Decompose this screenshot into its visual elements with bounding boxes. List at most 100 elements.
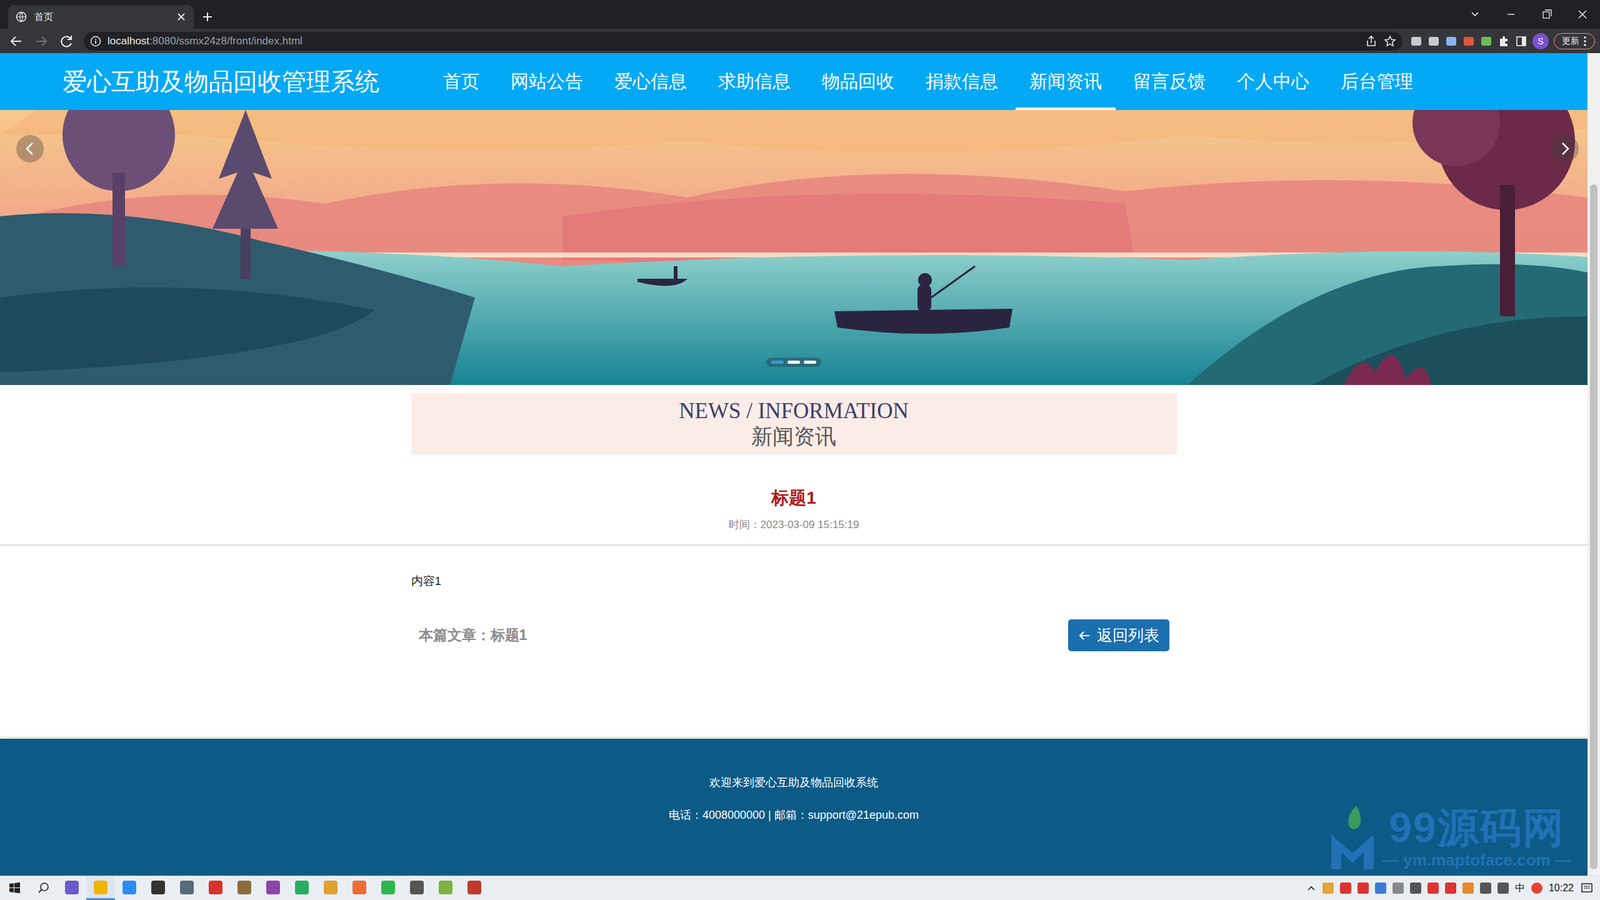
star-icon[interactable]: [1383, 35, 1397, 48]
tray-icon[interactable]: [1497, 882, 1509, 894]
nav-item[interactable]: 后台管理: [1326, 53, 1427, 110]
taskbar-app[interactable]: [402, 876, 432, 900]
back-icon[interactable]: [5, 30, 28, 53]
tray-icon[interactable]: [1462, 882, 1474, 894]
menu-dots-icon: [1583, 35, 1587, 47]
url-text[interactable]: localhost:8080/ssmx24z8/front/index.html: [107, 35, 1359, 48]
taskbar-app[interactable]: [143, 876, 173, 900]
banner-image: [0, 110, 1588, 385]
app-icon: [151, 880, 165, 895]
taskbar-app[interactable]: [230, 876, 259, 900]
app-icon: [180, 880, 194, 895]
article-footer: 本篇文章：标题1返回列表: [411, 619, 1177, 652]
puzzle-icon[interactable]: [1497, 35, 1510, 48]
back-to-list-button[interactable]: 返回列表: [1068, 619, 1170, 652]
section-title-cn: 新闻资讯: [751, 424, 837, 449]
tray-icon[interactable]: [1340, 882, 1352, 894]
extension-icon[interactable]: [1410, 35, 1423, 48]
watermark-logo-icon: [1327, 803, 1378, 872]
omnibox[interactable]: localhost:8080/ssmx24z8/front/index.html: [83, 31, 1403, 51]
taskbar-app[interactable]: [57, 876, 87, 900]
watermark: 99源码网— ym.maptoface.com —: [1327, 803, 1572, 872]
nav-item[interactable]: 网站公告: [496, 53, 597, 110]
nav-item[interactable]: 求助信息: [704, 53, 805, 110]
search-icon[interactable]: [28, 876, 58, 900]
nav-item[interactable]: 个人中心: [1223, 53, 1324, 110]
site-title[interactable]: 爱心互助及物品回收管理系统: [62, 65, 380, 99]
windows-start-icon[interactable]: [0, 876, 29, 900]
browser-tab[interactable]: 首页: [8, 5, 194, 29]
info-icon: [90, 35, 102, 47]
extension-icon[interactable]: [1445, 35, 1458, 48]
carousel-indicator[interactable]: [787, 360, 800, 364]
update-button[interactable]: 更新: [1553, 33, 1595, 50]
article-header: 标题1 时间：2023-03-09 15:15:19: [0, 454, 1588, 546]
site-menu: 首页网站公告爱心信息求助信息物品回收捐款信息新闻资讯留言反馈个人中心后台管理: [429, 53, 1427, 110]
tray-icon[interactable]: [1480, 882, 1492, 894]
article-time: 时间：2023-03-09 15:15:19: [728, 517, 860, 532]
article-body: 内容1本篇文章：标题1返回列表: [411, 545, 1177, 652]
prev-arrow-icon[interactable]: [16, 135, 44, 163]
scrollbar-thumb[interactable]: [1590, 184, 1598, 870]
tray-icon[interactable]: [1375, 882, 1387, 894]
globe-icon: [15, 11, 27, 23]
taskbar-app[interactable]: [460, 876, 489, 900]
taskbar-app[interactable]: [172, 876, 202, 900]
back-arrow-icon: [1078, 629, 1091, 642]
forward-icon[interactable]: [30, 30, 53, 53]
tray-overflow-icon[interactable]: [1306, 883, 1317, 894]
nav-item[interactable]: 物品回收: [808, 53, 909, 110]
extension-icon[interactable]: [1462, 35, 1475, 48]
app-icon: [467, 880, 482, 895]
new-tab-icon[interactable]: [193, 5, 222, 29]
news-detail: NEWS / INFORMATION新闻资讯标题1时间：2023-03-09 1…: [0, 385, 1588, 739]
extension-icon[interactable]: [1480, 35, 1493, 48]
restore-icon[interactable]: [1528, 0, 1565, 29]
ime-indicator[interactable]: 中: [1515, 881, 1525, 895]
nav-item[interactable]: 爱心信息: [600, 53, 701, 110]
nav-item[interactable]: 留言反馈: [1119, 53, 1220, 110]
input-method-icon[interactable]: [1531, 882, 1543, 894]
article-title: 标题1: [771, 485, 817, 510]
site-footer: 欢迎来到爱心互助及物品回收系统电话：4008000000 | 邮箱：suppor…: [0, 738, 1588, 876]
close-tab-icon[interactable]: [176, 11, 187, 22]
taskbar-app[interactable]: [115, 876, 144, 900]
taskbar-app[interactable]: [258, 876, 288, 900]
nav-item[interactable]: 捐款信息: [911, 53, 1012, 110]
reload-icon[interactable]: [55, 30, 78, 53]
profile-avatar[interactable]: S: [1532, 33, 1549, 50]
taskbar-app[interactable]: [287, 876, 317, 900]
extension-icon[interactable]: [1427, 35, 1440, 48]
app-icon: [122, 880, 137, 895]
tab-search-icon[interactable]: [1457, 0, 1494, 29]
app-icon: [352, 880, 367, 895]
nav-item[interactable]: 新闻资讯: [1015, 53, 1116, 110]
tray-icon[interactable]: [1410, 882, 1422, 894]
clock[interactable]: 10:22: [1548, 882, 1574, 894]
sidebar-icon[interactable]: [1515, 35, 1528, 48]
app-icon: [266, 880, 280, 895]
scrollbar[interactable]: [1587, 53, 1600, 876]
close-window-icon[interactable]: [1564, 0, 1600, 29]
taskbar-app[interactable]: [316, 876, 345, 900]
minimize-icon[interactable]: [1493, 0, 1529, 29]
tray-icon[interactable]: [1357, 882, 1369, 894]
tray-icon[interactable]: [1445, 882, 1457, 894]
app-icon: [381, 880, 395, 895]
taskbar-app[interactable]: [86, 876, 115, 900]
taskbar-app[interactable]: [345, 876, 374, 900]
app-icon: [93, 880, 108, 895]
carousel-indicator[interactable]: [771, 360, 784, 364]
tray-icon[interactable]: [1392, 882, 1404, 894]
next-arrow-icon[interactable]: [1551, 135, 1579, 163]
nav-item[interactable]: 首页: [429, 53, 494, 110]
taskbar-app[interactable]: [431, 876, 460, 900]
share-icon[interactable]: [1365, 35, 1378, 48]
taskbar-app[interactable]: [201, 876, 230, 900]
taskbar-app[interactable]: [373, 876, 403, 900]
app-icon: [323, 880, 338, 895]
tray-icon[interactable]: [1427, 882, 1439, 894]
tray-icon[interactable]: [1322, 882, 1334, 894]
notification-icon[interactable]: [1580, 881, 1594, 895]
carousel-indicator[interactable]: [803, 360, 817, 364]
